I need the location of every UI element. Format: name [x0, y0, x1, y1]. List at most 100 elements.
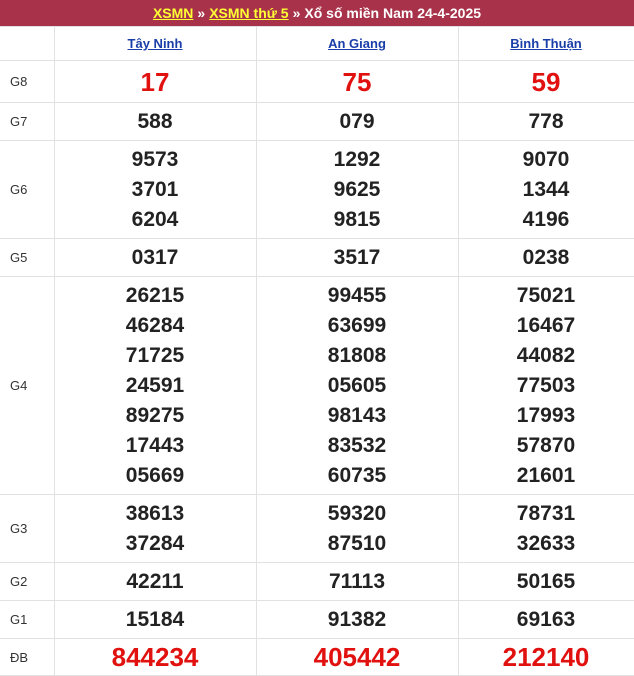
prize-number: 83532: [327, 433, 387, 457]
prize-number: 4196: [522, 207, 570, 231]
prize-cell: 42211: [53, 562, 257, 601]
province-header-tay-ninh: Tây Ninh: [53, 26, 257, 61]
prize-cell: 079: [255, 102, 459, 141]
prize-number: 05605: [327, 373, 387, 397]
prize-cell: 778: [457, 102, 634, 141]
prize-label: G8: [0, 60, 55, 103]
prize-number: 844234: [111, 642, 199, 672]
prize-number: 81808: [327, 343, 387, 367]
prize-number: 21601: [516, 463, 576, 487]
prize-number: 17993: [516, 403, 576, 427]
header-corner: [0, 26, 55, 61]
province-link-an-giang[interactable]: An Giang: [328, 36, 386, 51]
prize-cell: 69163: [457, 600, 634, 639]
province-header-an-giang: An Giang: [255, 26, 459, 61]
province-header-binh-thuan: Bình Thuận: [457, 26, 634, 61]
prize-cell: 9070 1344 4196: [457, 140, 634, 239]
prize-number: 3701: [131, 177, 179, 201]
prize-number: 9070: [522, 147, 570, 171]
prize-row-g3: G3 38613 37284 59320 87510 78731 32633: [0, 494, 634, 563]
prize-label: ĐB: [0, 638, 55, 676]
prize-number: 212140: [502, 642, 590, 672]
prize-number: 78731: [516, 501, 576, 525]
prize-cell: 0238: [457, 238, 634, 277]
prize-number: 079: [339, 109, 375, 133]
prize-row-g7: G7 588 079 778: [0, 102, 634, 141]
prize-label: G1: [0, 600, 55, 639]
prize-number: 71725: [125, 343, 185, 367]
prize-row-g2: G2 42211 71113 50165: [0, 562, 634, 601]
prize-cell: 212140: [457, 638, 634, 676]
prize-cell: 78731 32633: [457, 494, 634, 563]
prize-row-g1: G1 15184 91382 69163: [0, 600, 634, 639]
prize-cell: 0317: [53, 238, 257, 277]
prize-number: 63699: [327, 313, 387, 337]
prize-number: 1292: [333, 147, 381, 171]
prize-number: 89275: [125, 403, 185, 427]
prize-number: 9625: [333, 177, 381, 201]
xsmn-link[interactable]: XSMN: [153, 5, 193, 21]
prize-number: 588: [137, 109, 173, 133]
province-link-tay-ninh[interactable]: Tây Ninh: [128, 36, 183, 51]
prize-cell: 75: [255, 60, 459, 103]
prize-number: 46284: [125, 313, 185, 337]
xsmn-thu5-link[interactable]: XSMN thứ 5: [209, 5, 288, 21]
prize-number: 6204: [131, 207, 179, 231]
prize-row-g6: G6 9573 3701 6204 1292 9625 9815 9070 1344 4196: [0, 140, 634, 239]
prize-number: 57870: [516, 433, 576, 457]
prize-number: 1344: [522, 177, 570, 201]
prize-number: 38613: [125, 501, 185, 525]
prize-row-g4: G4 26215 46284 71725 24591 89275 17443 05669 994…: [0, 276, 634, 495]
prize-number: 91382: [327, 607, 387, 631]
prize-cell: 99455 63699 81808 05605 98143 83532 60735: [255, 276, 459, 495]
prize-number: 405442: [313, 642, 401, 672]
prize-number: 17443: [125, 433, 185, 457]
prize-number: 16467: [516, 313, 576, 337]
prize-label: G2: [0, 562, 55, 601]
prize-number: 42211: [126, 569, 184, 593]
results-table: Tây Ninh An Giang Bình Thuận G8 17 75 59 G7 5…: [0, 26, 634, 676]
prize-cell: 844234: [53, 638, 257, 676]
prize-label: G4: [0, 276, 55, 495]
prize-number: 98143: [327, 403, 387, 427]
prize-label: G3: [0, 494, 55, 563]
prize-number: 59: [531, 66, 561, 97]
prize-label: G5: [0, 238, 55, 277]
prize-number: 99455: [327, 283, 387, 307]
breadcrumb-separator: »: [197, 5, 206, 21]
prize-number: 69163: [516, 607, 576, 631]
prize-number: 3517: [333, 245, 381, 269]
prize-cell: 9573 3701 6204: [53, 140, 257, 239]
breadcrumb-separator: »: [292, 5, 301, 21]
prize-number: 60735: [327, 463, 387, 487]
prize-number: 32633: [516, 531, 576, 555]
prize-number: 0317: [131, 245, 179, 269]
prize-cell: 405442: [255, 638, 459, 676]
prize-rows: G8 17 75 59 G7 588 079 778 G6 9573 3701 6204 1292 962…: [0, 60, 634, 676]
prize-number: 87510: [327, 531, 387, 555]
prize-cell: 1292 9625 9815: [255, 140, 459, 239]
prize-row-db: ĐB 844234 405442 212140: [0, 638, 634, 676]
prize-cell: 15184: [53, 600, 257, 639]
prize-number: 9573: [131, 147, 179, 171]
prize-number: 26215: [125, 283, 185, 307]
prize-cell: 59320 87510: [255, 494, 459, 563]
prize-row-g8: G8 17 75 59: [0, 60, 634, 103]
prize-number: 59320: [327, 501, 387, 525]
province-link-binh-thuan[interactable]: Bình Thuận: [510, 36, 582, 51]
prize-number: 05669: [125, 463, 185, 487]
province-header-row: Tây Ninh An Giang Bình Thuận: [0, 26, 634, 61]
prize-cell: 26215 46284 71725 24591 89275 17443 05669: [53, 276, 257, 495]
prize-number: 75: [342, 66, 372, 97]
prize-cell: 38613 37284: [53, 494, 257, 563]
prize-cell: 71113: [255, 562, 459, 601]
prize-number: 9815: [333, 207, 381, 231]
prize-cell: 59: [457, 60, 634, 103]
prize-number: 24591: [125, 373, 185, 397]
prize-cell: 50165: [457, 562, 634, 601]
prize-number: 71113: [328, 569, 386, 593]
prize-cell: 75021 16467 44082 77503 17993 57870 21601: [457, 276, 634, 495]
prize-number: 44082: [516, 343, 576, 367]
prize-cell: 3517: [255, 238, 459, 277]
prize-number: 37284: [125, 531, 185, 555]
